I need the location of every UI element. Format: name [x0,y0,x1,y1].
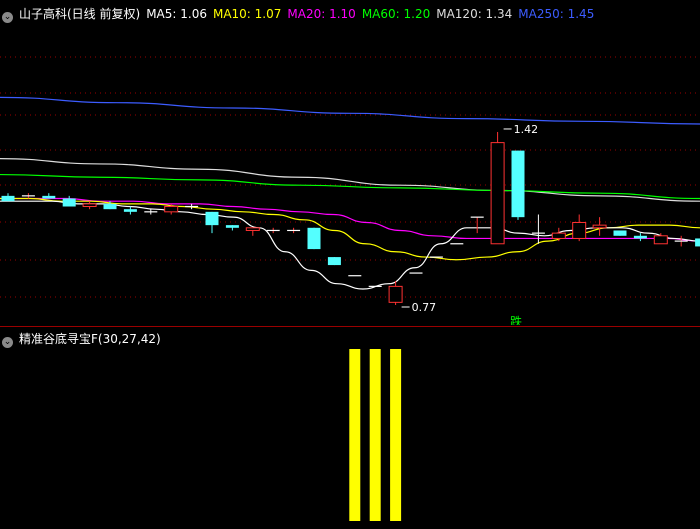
low-label: 0.77 [412,301,437,314]
indicator-panel[interactable] [0,325,700,525]
candle-down [205,211,219,226]
candle-up [551,232,566,239]
candle-down [42,195,56,199]
indicator-bar [390,349,402,521]
candle-down [1,195,15,202]
candle-up [245,227,260,231]
candle-down [695,238,700,247]
candle-down [307,227,321,250]
candle-down [225,225,239,228]
indicator-title: 精准谷底寻宝F [19,332,98,346]
indicator-bar [349,349,361,521]
candle-up [490,142,505,245]
candle-down [613,230,627,236]
chevron-down-icon[interactable]: ⌄ [2,337,13,348]
candle-down [123,209,137,212]
ma120-label: MA120: 1.34 [436,7,513,21]
candle-down [62,198,76,207]
high-label: 1.42 [514,123,539,136]
candle-down [511,150,525,218]
stock-title: 山子高科(日线 前复权) [19,7,141,21]
ma250-line [0,96,700,125]
candle-up [653,235,668,245]
candlestick-chart[interactable]: 1.42 0.77 跌 [0,0,700,329]
signal-label: 跌 [510,314,522,325]
candle-up [388,285,403,303]
ma5-label: MA5: 1.06 [146,7,207,21]
candle-down [103,203,117,210]
chevron-down-icon[interactable]: ⌄ [2,12,13,23]
candle-down [633,235,647,239]
candle-up [592,224,607,229]
ma10-label: MA10: 1.07 [212,7,282,21]
ma60-line [0,173,700,200]
candle-up [572,221,587,239]
indicator-bar [369,349,381,521]
ma60-label: MA60: 1.20 [361,7,431,21]
indicator-chart[interactable] [0,325,700,525]
main-chart-panel[interactable]: 1.42 0.77 跌 [0,0,700,329]
candle-down [327,257,341,266]
ma120-line [0,157,700,202]
indicator-params: (30,27,42) [97,332,161,346]
main-header: ⌄ 山子高科(日线 前复权) MA5: 1.06 MA10: 1.07 MA20: 1.… [2,6,600,23]
indicator-header: ⌄ 精准谷底寻宝F(30,27,42) [2,331,167,348]
ma20-label: MA20: 1.10 [287,7,356,21]
candle-up [164,206,179,213]
candle-up [82,203,97,208]
ma250-label: MA250: 1.45 [518,7,595,21]
